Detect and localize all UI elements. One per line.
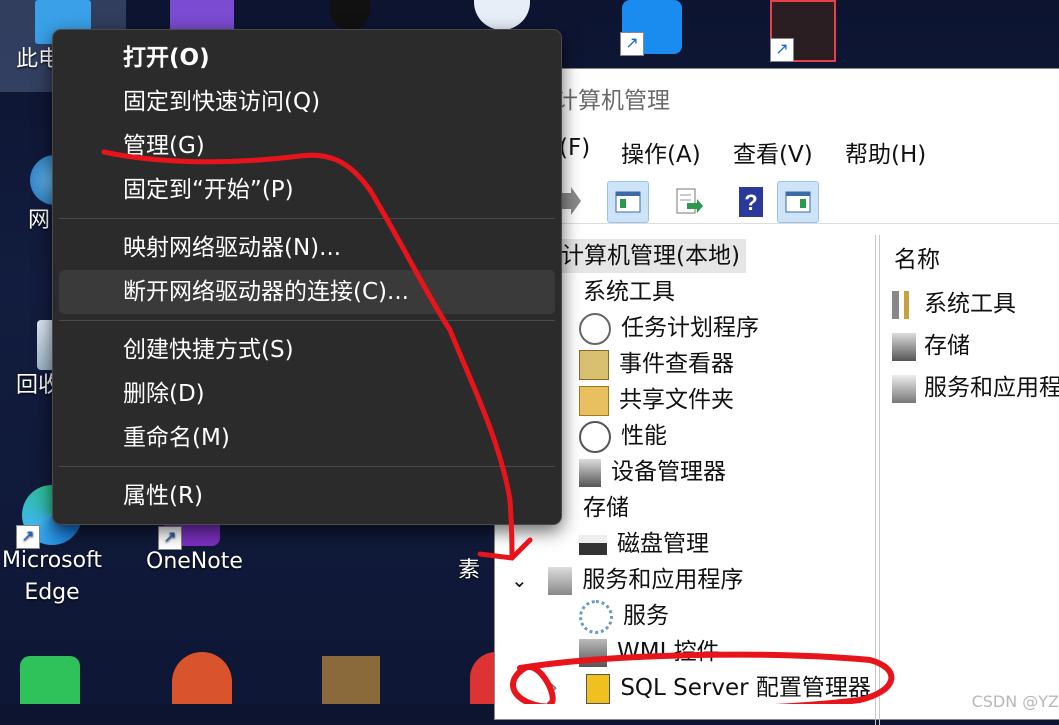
annotation-underline-manage (101, 149, 515, 559)
red-annotation-overlay (101, 149, 895, 704)
annotation-arrowhead (477, 537, 533, 561)
annotation-circle-sql (510, 651, 895, 704)
